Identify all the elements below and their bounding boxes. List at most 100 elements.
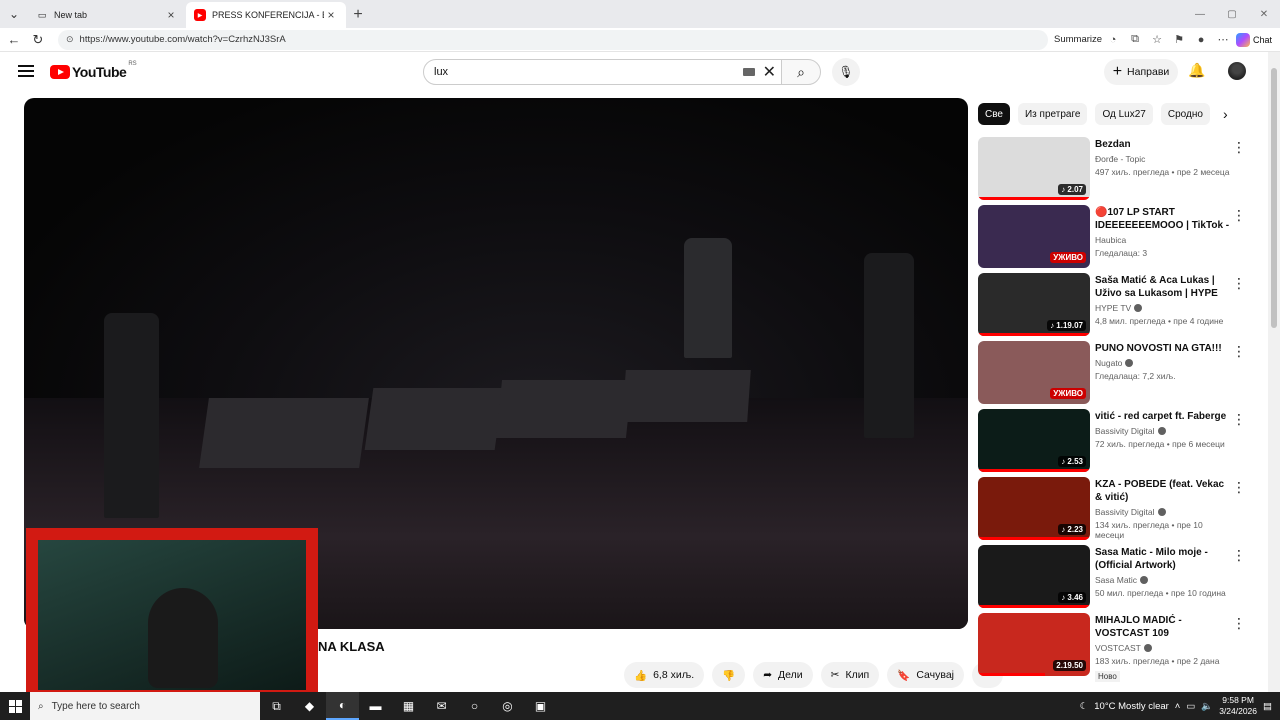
summarize-button[interactable]: Summarize [1054, 34, 1102, 45]
channel-name[interactable]: Haubica [1095, 235, 1230, 245]
thumbnail[interactable]: ♪ 2.53 [978, 409, 1090, 472]
kebab-menu-icon[interactable]: ⋮ [1232, 275, 1246, 292]
notifications-bell-icon[interactable]: 🔔 [1188, 62, 1205, 79]
thumbnail[interactable]: УЖИВО [978, 341, 1090, 404]
close-tab-icon[interactable]: × [324, 8, 338, 22]
menu-icon[interactable] [18, 65, 34, 77]
back-icon[interactable]: ← [2, 28, 26, 52]
channel-name[interactable]: VOSTCAST [1095, 643, 1230, 653]
clear-search-icon[interactable]: ✕ [763, 62, 776, 82]
network-icon[interactable]: ▭ [1186, 701, 1195, 712]
thumbnail[interactable]: ♪ 2.07 [978, 137, 1090, 200]
more-menu-icon[interactable]: ⋯ [1212, 29, 1234, 51]
recommendation-item[interactable]: ♪ 2.23 KZA - POBEDE (feat. Vekac & vitić… [978, 477, 1250, 545]
channel-name[interactable]: HYPE TV [1095, 303, 1230, 313]
recommendation-title[interactable]: Sasa Matic - Milo moje - (Official Artwo… [1095, 546, 1230, 572]
search-button[interactable]: ⌕ [781, 59, 821, 85]
youtube-logo[interactable]: YouTube RS [50, 61, 137, 80]
opera-icon[interactable]: ○ [458, 692, 491, 720]
chip-from-search[interactable]: Из претраге [1017, 103, 1088, 125]
reload-icon[interactable]: ↻ [26, 28, 50, 52]
copilot-summary-icon[interactable]: ◔ [1102, 29, 1124, 51]
file-explorer-icon[interactable]: ▬ [359, 692, 392, 720]
share-button[interactable]: ➦ Дели [753, 662, 813, 688]
like-button[interactable]: 👍 6,8 хиљ. [624, 662, 705, 688]
outlook-icon[interactable]: ✉ [425, 692, 458, 720]
tray-overflow-icon[interactable]: ˄ [1175, 701, 1181, 712]
create-button[interactable]: + Направи [1104, 59, 1178, 85]
kebab-menu-icon[interactable]: ⋮ [1232, 479, 1246, 496]
kebab-menu-icon[interactable]: ⋮ [1232, 343, 1246, 360]
taskbar-search[interactable]: ⌕ Type here to search [30, 692, 260, 720]
recommendation-title[interactable]: 🔴107 LP START IDEEEEEEEMOOO | TikTok - .… [1095, 206, 1230, 232]
collections-icon[interactable]: ⚑ [1168, 29, 1190, 51]
scrollbar-thumb[interactable] [1271, 68, 1277, 328]
close-window-icon[interactable]: ✕ [1248, 0, 1280, 28]
app-icon[interactable]: ▣ [524, 692, 557, 720]
channel-name[interactable]: Đorđe - Topic [1095, 154, 1230, 164]
kebab-menu-icon[interactable]: ⋮ [1232, 615, 1246, 632]
store-icon[interactable]: ▦ [392, 692, 425, 720]
channel-name[interactable]: Bassivity Digital [1095, 426, 1230, 436]
dislike-button[interactable]: 👎 [712, 662, 746, 688]
volume-icon[interactable]: 🔈 [1201, 701, 1213, 712]
copilot-taskbar-icon[interactable]: ◆ [293, 692, 326, 720]
chip-related[interactable]: Сродно [1160, 103, 1210, 125]
search-input[interactable]: lux ✕ [423, 59, 787, 85]
edge-browser-icon[interactable]: ◐ [326, 692, 359, 720]
channel-name[interactable]: Sasa Matic [1095, 575, 1230, 585]
start-button[interactable] [0, 692, 30, 720]
task-view-icon[interactable]: ⧉ [260, 692, 293, 720]
recommendation-item[interactable]: 2.19.50 MIHAJLO MADIĆ - VOSTCAST 109 VOS… [978, 613, 1250, 682]
voice-search-button[interactable]: 🎙 [832, 58, 860, 86]
split-screen-icon[interactable]: ⧉ [1124, 29, 1146, 51]
restore-icon[interactable]: ▢ [1216, 0, 1248, 28]
favorite-star-icon[interactable]: ☆ [1146, 29, 1168, 51]
recommendation-item[interactable]: УЖИВО 🔴107 LP START IDEEEEEEEMOOO | TikT… [978, 205, 1250, 273]
copilot-chat-button[interactable]: Chat [1236, 32, 1272, 47]
site-info-icon[interactable]: ⊙ [66, 34, 74, 45]
recommendation-title[interactable]: Bezdan [1095, 138, 1230, 151]
kebab-menu-icon[interactable]: ⋮ [1232, 207, 1246, 224]
channel-name[interactable]: Nugato [1095, 358, 1230, 368]
chip-from-channel[interactable]: Од Lux27 [1095, 103, 1153, 125]
recommendation-item[interactable]: ♪ 2.53 vitić - red carpet ft. Faberge Ba… [978, 409, 1250, 477]
minimize-icon[interactable]: — [1184, 0, 1216, 28]
kebab-menu-icon[interactable]: ⋮ [1232, 411, 1246, 428]
weather-icon[interactable]: ☾ [1080, 701, 1089, 712]
kebab-menu-icon[interactable]: ⋮ [1232, 547, 1246, 564]
chip-all[interactable]: Све [978, 103, 1010, 125]
recommendation-title[interactable]: MIHAJLO MADIĆ - VOSTCAST 109 [1095, 614, 1230, 640]
thumbnail[interactable]: ♪ 2.23 [978, 477, 1090, 540]
thumbnail[interactable]: ♪ 1.19.07 [978, 273, 1090, 336]
chevron-right-icon[interactable]: › [1223, 106, 1228, 122]
clock[interactable]: 9:58 PM 3/24/2026 [1219, 695, 1257, 717]
avatar[interactable] [1228, 62, 1246, 80]
thumbnail[interactable]: 2.19.50 [978, 613, 1090, 676]
page-scrollbar[interactable] [1268, 52, 1280, 692]
tab-new-tab[interactable]: ▭ New tab × [28, 2, 186, 28]
notifications-icon[interactable]: ▤ [1263, 701, 1272, 712]
clip-button[interactable]: ✂ Клип [820, 662, 880, 688]
recommendation-title[interactable]: PUNO NOVOSTI NA GTA!!! [1095, 342, 1230, 355]
save-button[interactable]: 🔖 Сачувај [887, 662, 964, 688]
url-field[interactable]: ⊙ https://www.youtube.com/watch?v=CzrhzN… [58, 29, 1048, 50]
recommendation-item[interactable]: ♪ 2.07 Bezdan Đorđe - Topic 497 хиљ. пре… [978, 137, 1250, 205]
channel-name[interactable]: Bassivity Digital [1095, 507, 1230, 517]
recommendation-item[interactable]: ♪ 3.46 Sasa Matic - Milo moje - (Officia… [978, 545, 1250, 613]
tab-actions-button[interactable]: ⌄ [0, 0, 28, 28]
recommendation-title[interactable]: Saša Matić & Aca Lukas | Uživo sa Lukaso… [1095, 274, 1230, 300]
messenger-icon[interactable]: ◎ [491, 692, 524, 720]
close-tab-icon[interactable]: × [164, 8, 178, 22]
recommendation-title[interactable]: KZA - POBEDE (feat. Vekac & vitić) [1095, 478, 1230, 504]
thumbnail[interactable]: УЖИВО [978, 205, 1090, 268]
recommendation-item[interactable]: ♪ 1.19.07 Saša Matić & Aca Lukas | Uživo… [978, 273, 1250, 341]
recommendation-title[interactable]: vitić - red carpet ft. Faberge [1095, 410, 1230, 423]
tab-youtube[interactable]: ▶ PRESS KONFERENCIJA - BOX EVEN × [186, 2, 346, 28]
kebab-menu-icon[interactable]: ⋮ [1232, 139, 1246, 156]
keyboard-icon[interactable] [742, 68, 755, 76]
new-tab-button[interactable]: + [346, 2, 370, 28]
thumbnail[interactable]: ♪ 3.46 [978, 545, 1090, 608]
weather-text[interactable]: 10°C Mostly clear [1094, 701, 1169, 712]
profile-icon[interactable]: ● [1190, 29, 1212, 51]
